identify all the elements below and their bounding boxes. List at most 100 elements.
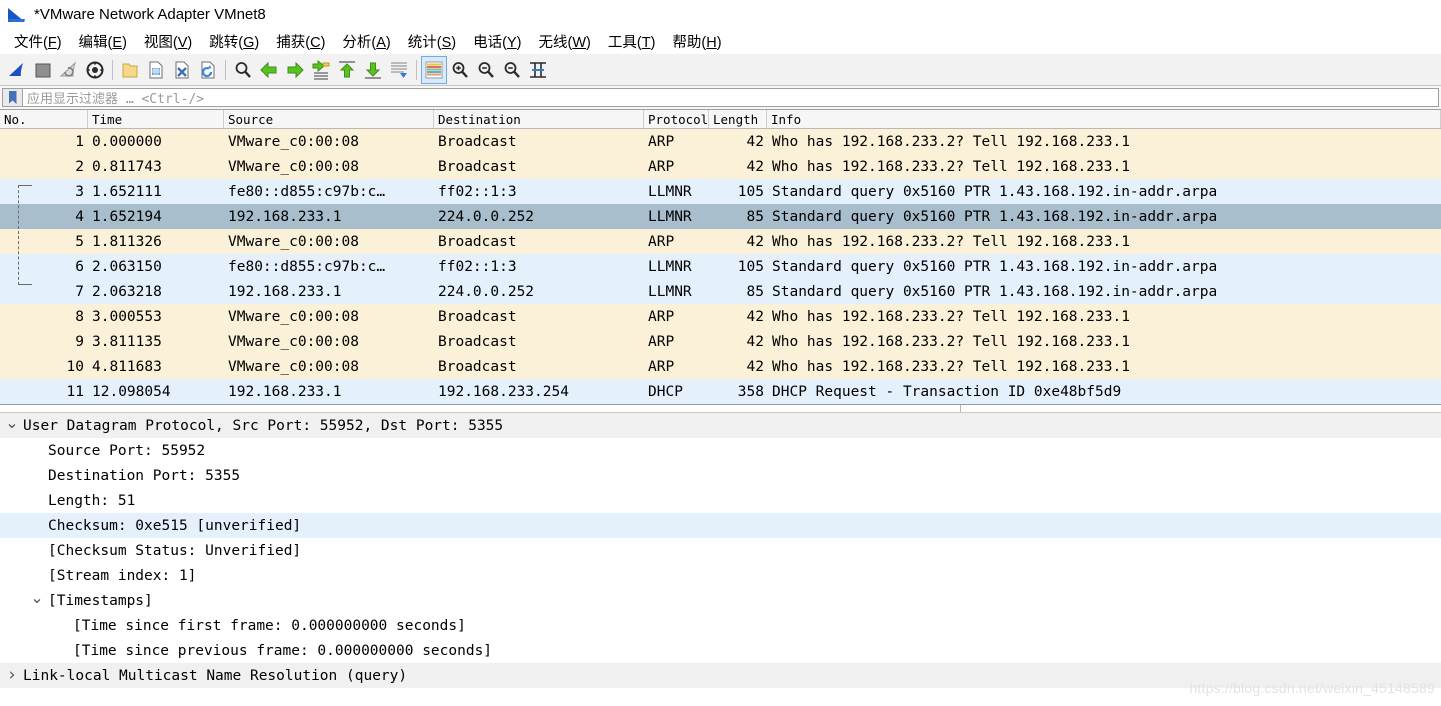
menu-item-mnemonic: C [310, 34, 321, 51]
stop-capture-icon[interactable] [30, 56, 56, 84]
menu-item-4[interactable]: 跳转(G) [201, 29, 268, 54]
packet-row[interactable]: 2 0.811743 VMware_c0:00:08 Broadcast ARP 42 Wh… [0, 154, 1441, 179]
menu-item-8[interactable]: 电话(Y) [465, 29, 530, 54]
packet-cell-len: 105 [737, 258, 764, 275]
colorize-packets-icon[interactable] [421, 55, 447, 84]
open-file-icon[interactable] [117, 56, 143, 84]
menu-item-6[interactable]: 分析(A) [334, 29, 399, 54]
packet-row[interactable]: 5 1.811326 VMware_c0:00:08 Broadcast ARP 42 Wh… [0, 229, 1441, 254]
detail-row-label: Destination Port: 5355 [48, 467, 241, 484]
menu-item-2[interactable]: 编辑(E) [71, 29, 136, 54]
packet-cell-no: 2 [75, 158, 84, 175]
detail-row[interactable]: [Checksum Status: Unverified] [0, 538, 1441, 563]
packet-row[interactable]: 8 3.000553 VMware_c0:00:08 Broadcast ARP 42 Wh… [0, 304, 1441, 329]
packet-row[interactable]: 3 1.652111 fe80::d855:c97b:c… ff02::1:3 LLMN… [0, 179, 1441, 204]
go-to-packet-icon[interactable] [308, 56, 334, 84]
detail-row-label: Checksum: 0xe515 [unverified] [48, 517, 302, 534]
menu-item-3[interactable]: 视图(V) [136, 29, 201, 54]
wireshark-fin-icon [6, 5, 28, 23]
packet-cell-proto: ARP [648, 308, 675, 325]
packet-details-pane[interactable]: ⌄ User Datagram Protocol, Src Port: 55952… [0, 413, 1441, 688]
display-filter-bar: 应用显示过滤器 … <Ctrl-/> [0, 86, 1441, 110]
packet-cell-src: 192.168.233.1 [228, 383, 342, 400]
column-header-protocol[interactable]: Protocol [644, 110, 709, 128]
zoom-in-icon[interactable] [447, 56, 473, 84]
detail-row-label: [Timestamps] [48, 592, 153, 609]
start-capture-icon[interactable] [4, 56, 30, 84]
zoom-reset-icon[interactable] [499, 56, 525, 84]
menu-item-1[interactable]: 文件(F) [6, 29, 71, 54]
detail-row[interactable]: [Time since first frame: 0.000000000 sec… [0, 613, 1441, 638]
column-header-destination[interactable]: Destination [434, 110, 644, 128]
capture-options-icon[interactable] [82, 56, 108, 84]
chevron-down-icon[interactable]: ⌄ [29, 589, 45, 606]
menu-item-10[interactable]: 工具(T) [600, 29, 665, 54]
go-to-last-icon[interactable] [360, 56, 386, 84]
chevron-right-icon[interactable]: › [4, 667, 20, 684]
column-header-info[interactable]: Info [767, 110, 1441, 128]
detail-row[interactable]: [Time since previous frame: 0.000000000 … [0, 638, 1441, 663]
packet-row[interactable]: 7 2.063218 192.168.233.1 224.0.0.252 LLMNR 85… [0, 279, 1441, 304]
packet-row[interactable]: 1 0.000000 VMware_c0:00:08 Broadcast ARP 42 Wh… [0, 129, 1441, 154]
resize-columns-icon[interactable] [525, 56, 551, 84]
bottom-strip [0, 692, 1441, 706]
packet-row[interactable]: 6 2.063150 fe80::d855:c97b:c… ff02::1:3 LLMN… [0, 254, 1441, 279]
detail-row[interactable]: [Stream index: 1] [0, 563, 1441, 588]
go-back-icon[interactable] [256, 56, 282, 84]
detail-row[interactable]: ⌄ User Datagram Protocol, Src Port: 55952… [0, 413, 1441, 438]
column-header-time[interactable]: Time [88, 110, 224, 128]
packet-cell-time: 0.000000 [92, 133, 162, 150]
packet-row[interactable]: 9 3.811135 VMware_c0:00:08 Broadcast ARP 42 Wh… [0, 329, 1441, 354]
detail-row[interactable]: Checksum: 0xe515 [unverified] [0, 513, 1441, 538]
detail-row[interactable]: ⌄ [Timestamps] [0, 588, 1441, 613]
chevron-down-icon[interactable]: ⌄ [4, 414, 20, 431]
packet-cell-src: VMware_c0:00:08 [228, 233, 359, 250]
display-filter-placeholder: 应用显示过滤器 … <Ctrl-/> [27, 92, 205, 107]
packet-cell-info: Standard query 0x5160 PTR 1.43.168.192.i… [772, 183, 1218, 200]
packet-cell-len: 42 [746, 308, 764, 325]
packet-row[interactable]: 11 12.098054 192.168.233.1 192.168.233.254 D… [0, 379, 1441, 404]
column-header-no[interactable]: No. [0, 110, 88, 128]
menu-item-label: 工具 [607, 34, 637, 51]
packet-cell-len: 42 [746, 333, 764, 350]
menu-item-11[interactable]: 帮助(H) [664, 29, 730, 54]
go-forward-icon[interactable] [282, 56, 308, 84]
packet-cell-no: 1 [75, 133, 84, 150]
save-file-icon[interactable] [143, 56, 169, 84]
zoom-out-icon[interactable] [473, 56, 499, 84]
display-filter-input[interactable]: 应用显示过滤器 … <Ctrl-/> [22, 88, 1439, 107]
packet-cell-no: 9 [75, 333, 84, 350]
menu-item-7[interactable]: 统计(S) [400, 29, 465, 54]
menu-item-5[interactable]: 捕获(C) [268, 29, 334, 54]
detail-row[interactable]: Source Port: 55952 [0, 438, 1441, 463]
packet-cell-info: Who has 192.168.233.2? Tell 192.168.233.… [772, 158, 1130, 175]
filter-bookmark-icon[interactable] [2, 88, 22, 107]
detail-row[interactable]: Length: 51 [0, 488, 1441, 513]
detail-row[interactable]: Destination Port: 5355 [0, 463, 1441, 488]
packet-row[interactable]: 4 1.652194 192.168.233.1 224.0.0.252 LLMNR 85… [0, 204, 1441, 229]
pane-splitter[interactable] [0, 404, 1441, 413]
auto-scroll-icon[interactable] [386, 56, 412, 84]
packet-cell-dst: Broadcast [438, 158, 517, 175]
menu-item-mnemonic: W [572, 34, 587, 51]
reload-file-icon[interactable] [195, 56, 221, 84]
column-header-length[interactable]: Length [709, 110, 767, 128]
packet-row[interactable]: 10 4.811683 VMware_c0:00:08 Broadcast ARP 42 W… [0, 354, 1441, 379]
restart-capture-icon[interactable] [56, 56, 82, 84]
find-packet-icon[interactable] [230, 56, 256, 84]
close-file-icon[interactable] [169, 56, 195, 84]
packet-cell-info: Standard query 0x5160 PTR 1.43.168.192.i… [772, 258, 1218, 275]
packet-cell-proto: DHCP [648, 383, 683, 400]
detail-row[interactable]: › Link-local Multicast Name Resolution (q… [0, 663, 1441, 688]
packet-cell-proto: LLMNR [648, 183, 692, 200]
column-header-source[interactable]: Source [224, 110, 434, 128]
menu-item-mnemonic: H [706, 34, 717, 51]
menu-item-9[interactable]: 无线(W) [530, 29, 599, 54]
menu-item-label: 文件 [14, 34, 43, 51]
packet-list[interactable]: No. Time Source Destination Protocol Length In… [0, 110, 1441, 404]
packet-list-rows[interactable]: 1 0.000000 VMware_c0:00:08 Broadcast ARP 42 Wh… [0, 129, 1441, 404]
packet-cell-len: 42 [746, 158, 764, 175]
packet-cell-dst: ff02::1:3 [438, 183, 517, 200]
go-to-first-icon[interactable] [334, 56, 360, 84]
packet-cell-no: 5 [75, 233, 84, 250]
